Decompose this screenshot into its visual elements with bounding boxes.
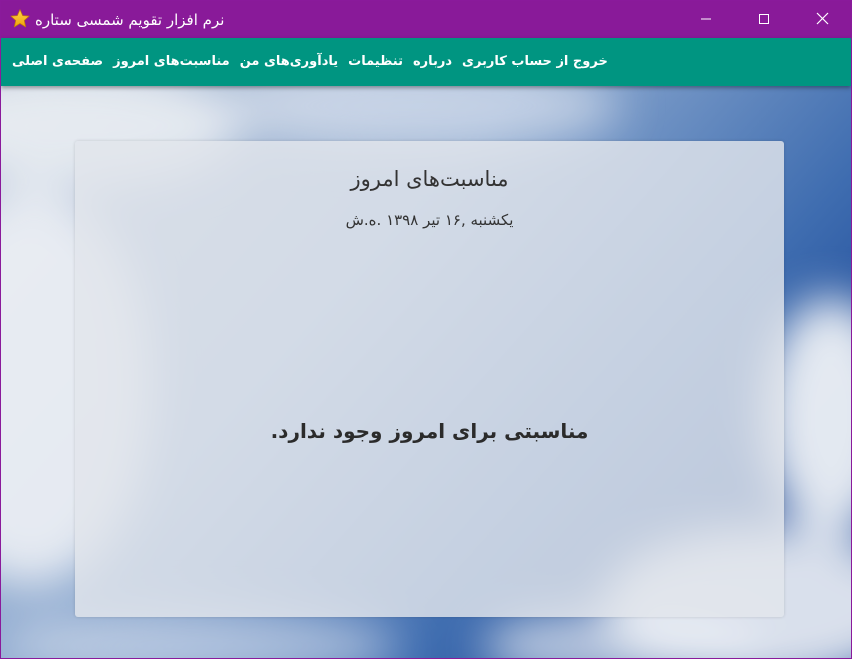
maximize-button[interactable] xyxy=(735,1,793,38)
page-title: مناسبت‌های امروز xyxy=(350,167,509,191)
minimize-button[interactable] xyxy=(677,1,735,38)
title-bar[interactable]: نرم افزار تقویم شمسی ستاره xyxy=(1,1,851,38)
star-icon xyxy=(9,8,31,30)
today-events-panel: مناسبت‌های امروز یکشنبه ,۱۶ تیر ۱۳۹۸ .ه.… xyxy=(75,141,784,617)
nav-item-logout[interactable]: خروج از حساب کاربری xyxy=(457,38,613,86)
nav-item-my-reminders[interactable]: یادآوری‌های من xyxy=(235,38,343,86)
minimize-icon xyxy=(700,10,712,29)
current-date: یکشنبه ,۱۶ تیر ۱۳۹۸ .ه.ش xyxy=(345,211,514,229)
empty-state-message: مناسبتی برای امروز وجود ندارد. xyxy=(270,419,589,443)
maximize-icon xyxy=(758,10,770,29)
close-button[interactable] xyxy=(793,1,851,38)
nav-item-today-events[interactable]: مناسبت‌های امروز xyxy=(108,38,235,86)
app-window: نرم افزار تقویم شمسی ستاره صفحه‌ی اصلی م… xyxy=(0,0,852,659)
nav-menu: صفحه‌ی اصلی مناسبت‌های امروز یادآوری‌های… xyxy=(1,38,613,86)
window-title: نرم افزار تقویم شمسی ستاره xyxy=(35,11,225,29)
nav-item-about[interactable]: درباره xyxy=(408,38,457,86)
nav-item-settings[interactable]: تنظیمات xyxy=(343,38,408,86)
nav-item-home[interactable]: صفحه‌ی اصلی xyxy=(7,38,108,86)
close-icon xyxy=(816,10,829,29)
nav-bar: صفحه‌ی اصلی مناسبت‌های امروز یادآوری‌های… xyxy=(1,38,851,86)
